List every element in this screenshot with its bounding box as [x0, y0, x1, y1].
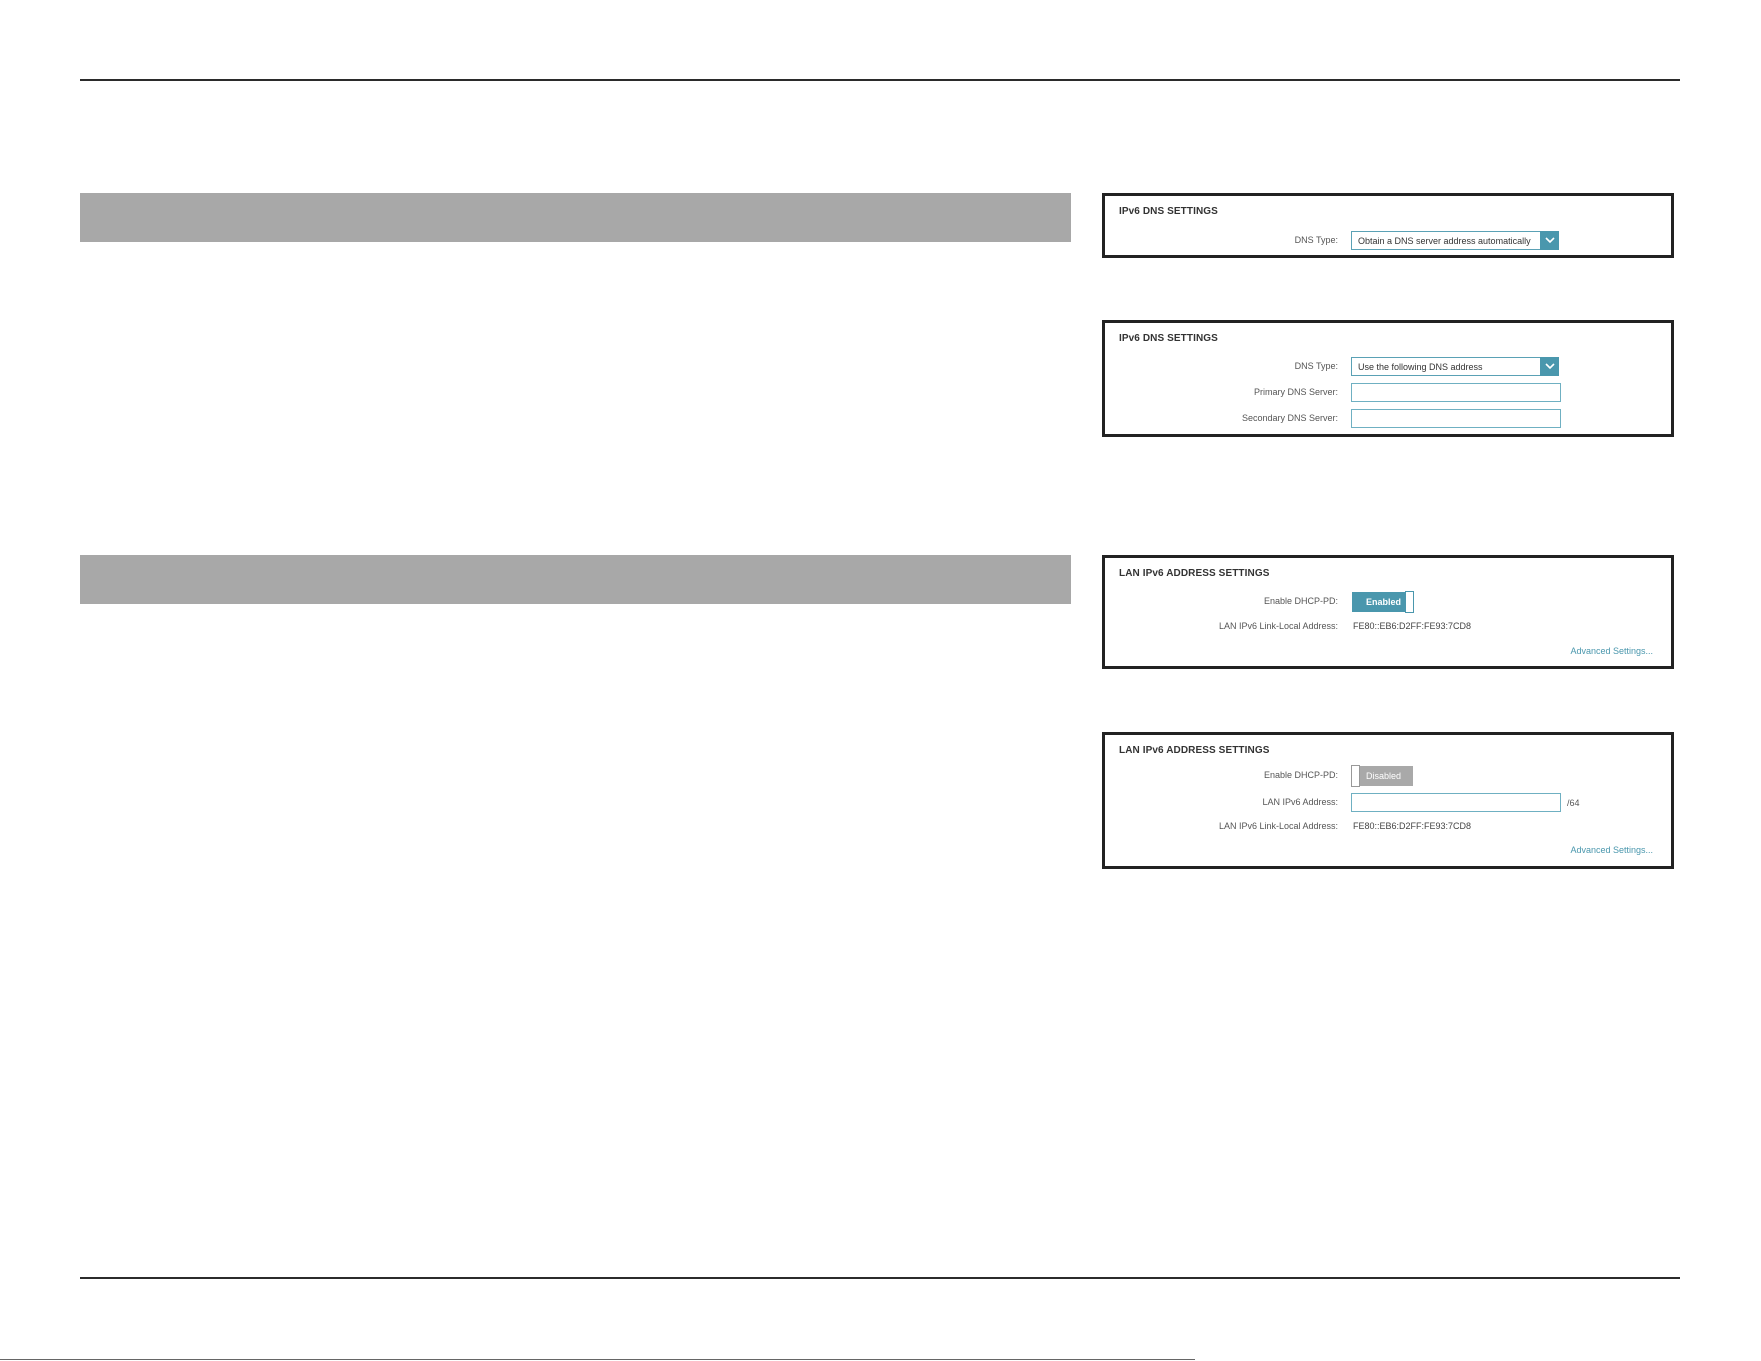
link-local-row: LAN IPv6 Link-Local Address: FE80::EB6:D…	[1105, 817, 1671, 837]
link-local-label: LAN IPv6 Link-Local Address:	[1218, 821, 1338, 831]
ipv6-dns-settings-panel-auto: IPv6 DNS SETTINGS DNS Type: Obtain a DNS…	[1102, 193, 1674, 258]
panel-title: IPv6 DNS SETTINGS	[1119, 333, 1218, 344]
link-local-value: FE80::EB6:D2FF:FE93:7CD8	[1353, 621, 1472, 631]
secondary-dns-label: Secondary DNS Server:	[1241, 413, 1338, 423]
dns-type-value: Use the following DNS address	[1358, 362, 1483, 372]
lan-ipv6-settings-panel-disabled: LAN IPv6 ADDRESS SETTINGS Enable DHCP-PD…	[1102, 732, 1674, 869]
lan-address-input[interactable]	[1351, 793, 1561, 812]
primary-dns-row: Primary DNS Server:	[1105, 383, 1671, 403]
secondary-dns-input[interactable]	[1351, 409, 1561, 428]
footer-rule	[0, 1359, 1195, 1360]
toggle-knob[interactable]	[1405, 591, 1414, 613]
dhcp-pd-label: Enable DHCP-PD:	[1263, 596, 1338, 606]
panel-title: IPv6 DNS SETTINGS	[1119, 206, 1218, 217]
bottom-rule	[80, 1277, 1680, 1279]
dns-type-row: DNS Type: Use the following DNS address	[1105, 357, 1671, 377]
toggle-knob[interactable]	[1351, 765, 1360, 787]
panel-title: LAN IPv6 ADDRESS SETTINGS	[1119, 745, 1270, 756]
secondary-dns-row: Secondary DNS Server:	[1105, 409, 1671, 429]
dns-type-value: Obtain a DNS server address automaticall…	[1358, 236, 1531, 246]
lan-ipv6-settings-panel-enabled: LAN IPv6 ADDRESS SETTINGS Enable DHCP-PD…	[1102, 555, 1674, 669]
dns-type-label: DNS Type:	[1294, 235, 1338, 245]
link-local-value: FE80::EB6:D2FF:FE93:7CD8	[1353, 821, 1472, 831]
link-local-row: LAN IPv6 Link-Local Address: FE80::EB6:D…	[1105, 617, 1671, 637]
top-rule	[80, 79, 1680, 81]
chevron-down-icon[interactable]	[1540, 357, 1559, 376]
section-bar-lan	[80, 555, 1071, 604]
primary-dns-label: Primary DNS Server:	[1253, 387, 1338, 397]
dns-type-label: DNS Type:	[1294, 361, 1338, 371]
chevron-down-icon[interactable]	[1540, 231, 1559, 250]
ipv6-dns-settings-panel-manual: IPv6 DNS SETTINGS DNS Type: Use the foll…	[1102, 320, 1674, 437]
lan-address-row: LAN IPv6 Address: /64	[1105, 793, 1671, 813]
advanced-settings-link[interactable]: Advanced Settings...	[1570, 646, 1653, 656]
dns-type-row: DNS Type: Obtain a DNS server address au…	[1105, 231, 1671, 251]
dhcp-pd-label: Enable DHCP-PD:	[1263, 770, 1338, 780]
primary-dns-input[interactable]	[1351, 383, 1561, 402]
section-bar-dns	[80, 193, 1071, 242]
prefix-length-suffix: /64	[1567, 798, 1580, 808]
dns-type-select[interactable]: Use the following DNS address	[1351, 357, 1559, 376]
dhcp-pd-toggle[interactable]: Enabled	[1352, 591, 1414, 613]
dns-type-select[interactable]: Obtain a DNS server address automaticall…	[1351, 231, 1559, 250]
toggle-state-label: Enabled	[1366, 597, 1402, 607]
dhcp-pd-toggle[interactable]: Disabled	[1351, 765, 1413, 787]
link-local-label: LAN IPv6 Link-Local Address:	[1218, 621, 1338, 631]
toggle-state-label: Disabled	[1366, 771, 1402, 781]
dhcp-pd-row: Enable DHCP-PD: Enabled	[1105, 591, 1671, 613]
advanced-settings-link[interactable]: Advanced Settings...	[1570, 845, 1653, 855]
dhcp-pd-row: Enable DHCP-PD: Disabled	[1105, 765, 1671, 787]
lan-address-label: LAN IPv6 Address:	[1262, 797, 1338, 807]
panel-title: LAN IPv6 ADDRESS SETTINGS	[1119, 568, 1270, 579]
